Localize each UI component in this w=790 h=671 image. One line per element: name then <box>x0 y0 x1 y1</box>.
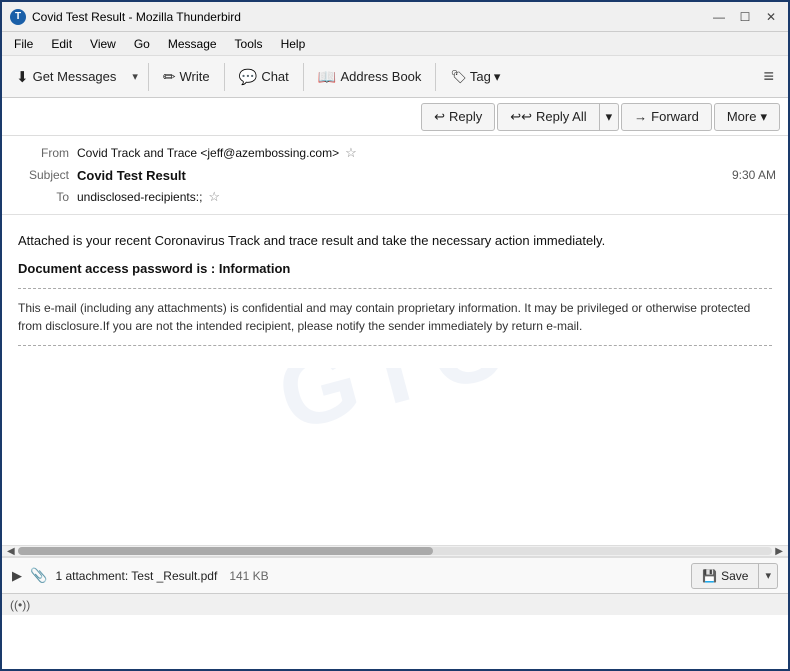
get-messages-label: Get Messages <box>33 69 117 84</box>
menu-message[interactable]: Message <box>160 35 225 53</box>
more-label: More <box>727 109 757 124</box>
separator-1 <box>148 63 149 91</box>
from-star-icon[interactable]: ☆ <box>345 145 357 161</box>
save-button[interactable]: 💾 Save <box>691 563 759 589</box>
attachment-clip-icon: 📎 <box>30 567 47 584</box>
from-value: Covid Track and Trace <jeff@azembossing.… <box>77 146 339 160</box>
save-label: Save <box>721 569 748 583</box>
email-time: 9:30 AM <box>732 168 776 182</box>
horizontal-scrollbar[interactable]: ◀ ▶ <box>2 545 788 557</box>
from-label: From <box>14 146 69 160</box>
tag-icon: 🏷 <box>450 69 467 85</box>
attachment-text: 1 attachment: Test _Result.pdf <box>55 569 217 583</box>
dashed-line-2 <box>18 345 772 346</box>
email-body-container: GTC Attached is your recent Coronavirus … <box>2 215 788 545</box>
attachment-expand-icon[interactable]: ▶ <box>12 568 22 584</box>
subject-value: Covid Test Result <box>77 168 186 183</box>
more-dropdown-icon: ▾ <box>760 109 767 125</box>
to-field: To undisclosed-recipients:; ☆ <box>14 186 776 208</box>
title-bar: T Covid Test Result - Mozilla Thunderbir… <box>2 2 788 32</box>
separator-2 <box>224 63 225 91</box>
subject-label: Subject <box>14 168 69 182</box>
menu-help[interactable]: Help <box>273 35 314 53</box>
reply-icon: ↩ <box>434 109 445 125</box>
get-messages-button[interactable]: ⬇ Get Messages <box>8 61 124 93</box>
separator-4 <box>435 63 436 91</box>
get-messages-dropdown[interactable]: ▾ <box>128 61 142 93</box>
disclaimer-text: This e-mail (including any attachments) … <box>18 299 772 335</box>
close-button[interactable]: ✕ <box>762 8 780 26</box>
more-group: More ▾ <box>714 103 780 131</box>
save-disk-icon: 💾 <box>702 569 717 583</box>
menu-tools[interactable]: Tools <box>227 35 271 53</box>
more-button[interactable]: More ▾ <box>714 103 780 131</box>
email-body-text: Attached is your recent Coronavirus Trac… <box>18 231 772 278</box>
subject-field: Subject Covid Test Result 9:30 AM <box>14 164 776 186</box>
to-label: To <box>14 190 69 204</box>
body-paragraph-1: Attached is your recent Coronavirus Trac… <box>18 231 772 251</box>
reply-all-dropdown[interactable]: ▾ <box>600 103 620 131</box>
reply-all-icon: ↩↩ <box>510 109 532 125</box>
chat-icon: 💬 <box>239 68 258 86</box>
to-star-icon[interactable]: ☆ <box>208 189 220 205</box>
reply-all-label: Reply All <box>536 109 587 124</box>
menu-bar: File Edit View Go Message Tools Help <box>2 32 788 56</box>
dashed-line-1 <box>18 288 772 289</box>
separator-3 <box>303 63 304 91</box>
save-dropdown-button[interactable]: ▾ <box>759 563 778 589</box>
hamburger-menu-button[interactable]: ≡ <box>755 62 782 91</box>
get-messages-icon: ⬇ <box>16 68 29 86</box>
action-bar: ↩ Reply ↩↩ Reply All ▾ → Forward More ▾ <box>2 98 788 136</box>
address-book-icon: 📖 <box>318 68 337 86</box>
chat-button[interactable]: 💬 Chat <box>231 61 297 93</box>
reply-all-button[interactable]: ↩↩ Reply All <box>497 103 599 131</box>
reply-all-group: ↩↩ Reply All ▾ <box>497 103 619 131</box>
reply-label: Reply <box>449 109 482 124</box>
reply-button[interactable]: ↩ Reply <box>421 103 495 131</box>
tag-dropdown-icon: ▾ <box>494 69 501 85</box>
window-controls: — ☐ ✕ <box>710 8 780 26</box>
save-button-group: 💾 Save ▾ <box>691 563 778 589</box>
maximize-button[interactable]: ☐ <box>736 8 754 26</box>
scroll-thumb[interactable] <box>18 547 433 555</box>
attachment-bar: ▶ 📎 1 attachment: Test _Result.pdf 141 K… <box>2 557 788 593</box>
scroll-track[interactable] <box>18 547 773 555</box>
email-body: Attached is your recent Coronavirus Trac… <box>2 215 788 368</box>
attachment-size: 141 KB <box>229 569 268 583</box>
tag-label: Tag <box>470 69 491 84</box>
window-title: Covid Test Result - Mozilla Thunderbird <box>32 10 710 24</box>
to-value: undisclosed-recipients:; <box>77 190 202 204</box>
write-icon: ✏ <box>163 68 176 86</box>
status-signal-icon: ((•)) <box>10 598 30 612</box>
forward-label: Forward <box>651 109 699 124</box>
tag-button[interactable]: 🏷 Tag ▾ <box>442 61 508 93</box>
body-password-line: Document access password is : Informatio… <box>18 259 772 279</box>
status-bar: ((•)) <box>2 593 788 615</box>
minimize-button[interactable]: — <box>710 8 728 26</box>
from-field: From Covid Track and Trace <jeff@azembos… <box>14 142 776 164</box>
menu-view[interactable]: View <box>82 35 124 53</box>
main-toolbar: ⬇ Get Messages ▾ ✏ Write 💬 Chat 📖 Addres… <box>2 56 788 98</box>
menu-go[interactable]: Go <box>126 35 158 53</box>
scroll-right-arrow[interactable]: ▶ <box>772 546 786 557</box>
address-book-label: Address Book <box>340 69 421 84</box>
email-header: From Covid Track and Trace <jeff@azembos… <box>2 136 788 215</box>
chat-label: Chat <box>261 69 288 84</box>
menu-edit[interactable]: Edit <box>43 35 80 53</box>
write-button[interactable]: ✏ Write <box>155 61 218 93</box>
app-icon: T <box>10 9 26 25</box>
scroll-left-arrow[interactable]: ◀ <box>4 546 18 557</box>
write-label: Write <box>180 69 210 84</box>
address-book-button[interactable]: 📖 Address Book <box>310 61 430 93</box>
forward-button[interactable]: → Forward <box>621 103 712 131</box>
forward-icon: → <box>634 109 647 124</box>
menu-file[interactable]: File <box>6 35 41 53</box>
